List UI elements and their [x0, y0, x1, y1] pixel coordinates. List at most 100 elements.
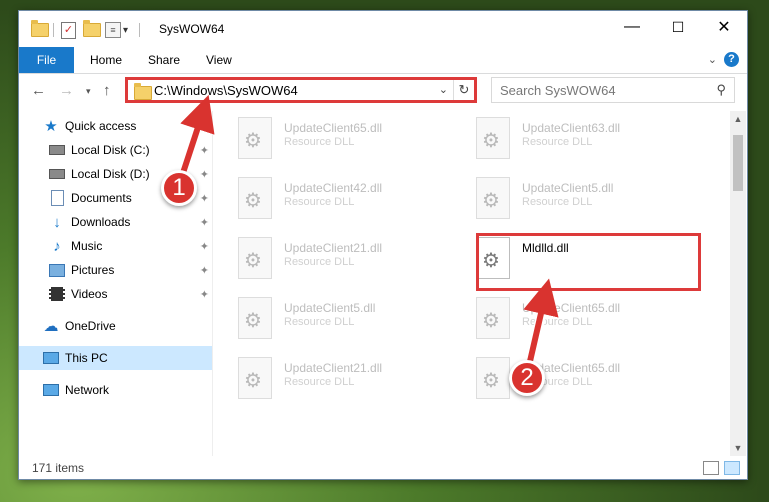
- sidebar-item-label: Local Disk (D:): [71, 167, 150, 181]
- forward-icon[interactable]: →: [59, 82, 74, 99]
- refresh-icon[interactable]: ↻: [453, 80, 474, 100]
- scroll-up-icon[interactable]: ▲: [730, 111, 746, 127]
- pin-icon[interactable]: ✦: [200, 216, 209, 229]
- address-dropdown-icon[interactable]: ⌄: [439, 83, 448, 96]
- title-separator: [139, 22, 140, 38]
- file-item[interactable]: UpdateClient63.dll Resource DLL: [452, 111, 678, 163]
- file-item[interactable]: UpdateClient65.dll Resource DLL: [452, 291, 678, 343]
- scroll-down-icon[interactable]: ▼: [730, 440, 746, 456]
- expand-ribbon-icon[interactable]: ⌄: [708, 53, 717, 66]
- address-folder-icon: [134, 83, 152, 100]
- dll-file-icon: [476, 297, 510, 339]
- dll-file-icon: [238, 117, 272, 159]
- network-icon: [43, 382, 59, 398]
- tab-file[interactable]: File: [19, 47, 74, 73]
- address-bar[interactable]: C:\Windows\SysWOW64 ⌄ ↻: [125, 77, 477, 103]
- dll-file-icon: [238, 237, 272, 279]
- search-icon[interactable]: ⚲: [716, 82, 726, 98]
- file-item[interactable]: UpdateClient21.dll Resource DLL: [214, 351, 440, 403]
- vertical-scrollbar[interactable]: ▲ ▼: [730, 111, 746, 456]
- pin-icon[interactable]: ✦: [200, 168, 209, 181]
- pin-icon[interactable]: ✦: [200, 240, 209, 253]
- file-item[interactable]: UpdateClient21.dll Resource DLL: [214, 231, 440, 283]
- pin-icon[interactable]: ✦: [200, 192, 209, 205]
- sidebar-item-label: Quick access: [65, 119, 137, 133]
- pane-divider[interactable]: [212, 111, 213, 456]
- search-input[interactable]: Search SysWOW64 ⚲: [491, 77, 735, 103]
- qat-dropdown-icon[interactable]: ▾: [123, 22, 128, 38]
- tab-share[interactable]: Share: [148, 47, 180, 73]
- help-icon[interactable]: ?: [724, 52, 739, 67]
- file-type: Resource DLL: [284, 376, 355, 388]
- sidebar-item-label: Downloads: [71, 215, 131, 229]
- recent-locations-icon[interactable]: ▾: [86, 86, 91, 97]
- pin-icon[interactable]: ✦: [200, 264, 209, 277]
- sidebar-item-label: Music: [71, 239, 103, 253]
- address-path[interactable]: C:\Windows\SysWOW64: [154, 83, 298, 98]
- file-item[interactable]: UpdateClient65.dll Resource DLL: [452, 351, 678, 403]
- search-placeholder: Search SysWOW64: [500, 83, 616, 98]
- close-button[interactable]: ✕: [701, 11, 747, 43]
- file-name: UpdateClient21.dll: [284, 241, 383, 255]
- file-name: UpdateClient65.dll: [522, 301, 621, 315]
- tab-home[interactable]: Home: [90, 47, 122, 73]
- maximize-button[interactable]: ☐: [655, 11, 701, 43]
- dll-file-icon: [238, 297, 272, 339]
- star-icon: ★: [44, 118, 58, 135]
- sidebar-item-downloads[interactable]: ↓ Downloads ✦: [19, 210, 213, 234]
- pin-icon[interactable]: ✦: [200, 288, 209, 301]
- window-title: SysWOW64: [159, 22, 225, 36]
- file-item[interactable]: UpdateClient42.dll Resource DLL: [214, 171, 440, 223]
- back-icon[interactable]: ←: [31, 82, 46, 99]
- qat-separator: [53, 22, 54, 38]
- music-icon: ♪: [53, 237, 61, 255]
- tab-view[interactable]: View: [206, 47, 232, 73]
- sidebar-item-label: OneDrive: [65, 319, 116, 333]
- sidebar-item-label: This PC: [65, 351, 108, 365]
- file-type: Resource DLL: [284, 256, 355, 268]
- sidebar-item-network[interactable]: Network: [19, 378, 213, 402]
- cloud-icon: ☁: [43, 318, 59, 335]
- sidebar-item-music[interactable]: ♪ Music ✦: [19, 234, 213, 258]
- documents-icon: [49, 190, 65, 206]
- ribbon-tabs: File Home Share View ⌄ ?: [19, 47, 747, 74]
- file-name: UpdateClient5.dll: [284, 301, 376, 315]
- sidebar-item-onedrive[interactable]: ☁ OneDrive: [19, 314, 213, 338]
- file-type: Resource DLL: [522, 196, 593, 208]
- file-item[interactable]: UpdateClient65.dll Resource DLL: [214, 111, 440, 163]
- up-icon[interactable]: ↑: [103, 82, 111, 99]
- properties-check-icon[interactable]: ✓: [61, 21, 76, 39]
- scroll-thumb[interactable]: [733, 135, 743, 191]
- computer-icon: [43, 350, 59, 366]
- drive-icon: [49, 142, 65, 158]
- callout-badge-1: 1: [161, 170, 197, 206]
- sidebar-item-pictures[interactable]: Pictures ✦: [19, 258, 213, 282]
- file-item[interactable]: UpdateClient5.dll Resource DLL: [214, 291, 440, 343]
- minimize-button[interactable]: —: [609, 11, 655, 43]
- folder-icon: [31, 20, 49, 38]
- pictures-icon: [49, 262, 65, 278]
- new-folder-icon[interactable]: [83, 20, 101, 38]
- dll-file-icon: [238, 357, 272, 399]
- status-bar: 171 items: [19, 457, 747, 479]
- item-count: 171 items: [32, 461, 85, 475]
- file-type: Resource DLL: [284, 316, 355, 328]
- file-name: UpdateClient63.dll: [522, 121, 621, 135]
- large-icons-view-icon[interactable]: [724, 461, 740, 475]
- file-item[interactable]: UpdateClient5.dll Resource DLL: [452, 171, 678, 223]
- sidebar-item-label: Pictures: [71, 263, 115, 277]
- navigation-bar: ← → ▾ ↑ C:\Windows\SysWOW64 ⌄ ↻ Search S…: [19, 74, 747, 106]
- sidebar-item-label: Network: [65, 383, 110, 397]
- sidebar-item-local-disk-c[interactable]: Local Disk (C:) ✦: [19, 138, 213, 162]
- callout-badge-2: 2: [509, 360, 545, 396]
- sidebar-item-quick-access[interactable]: ★ Quick access: [19, 114, 213, 138]
- file-name: UpdateClient65.dll: [284, 121, 383, 135]
- file-type: Resource DLL: [522, 136, 593, 148]
- properties-icon[interactable]: ≡: [105, 22, 121, 38]
- sidebar-item-label: Local Disk (C:): [71, 143, 150, 157]
- details-view-icon[interactable]: [703, 461, 719, 475]
- sidebar-item-videos[interactable]: Videos ✦: [19, 282, 213, 306]
- pin-icon[interactable]: ✦: [200, 144, 209, 157]
- sidebar-item-this-pc[interactable]: This PC: [19, 346, 213, 370]
- title-bar: ✓ ≡ ▾ SysWOW64 — ☐ ✕: [19, 11, 747, 47]
